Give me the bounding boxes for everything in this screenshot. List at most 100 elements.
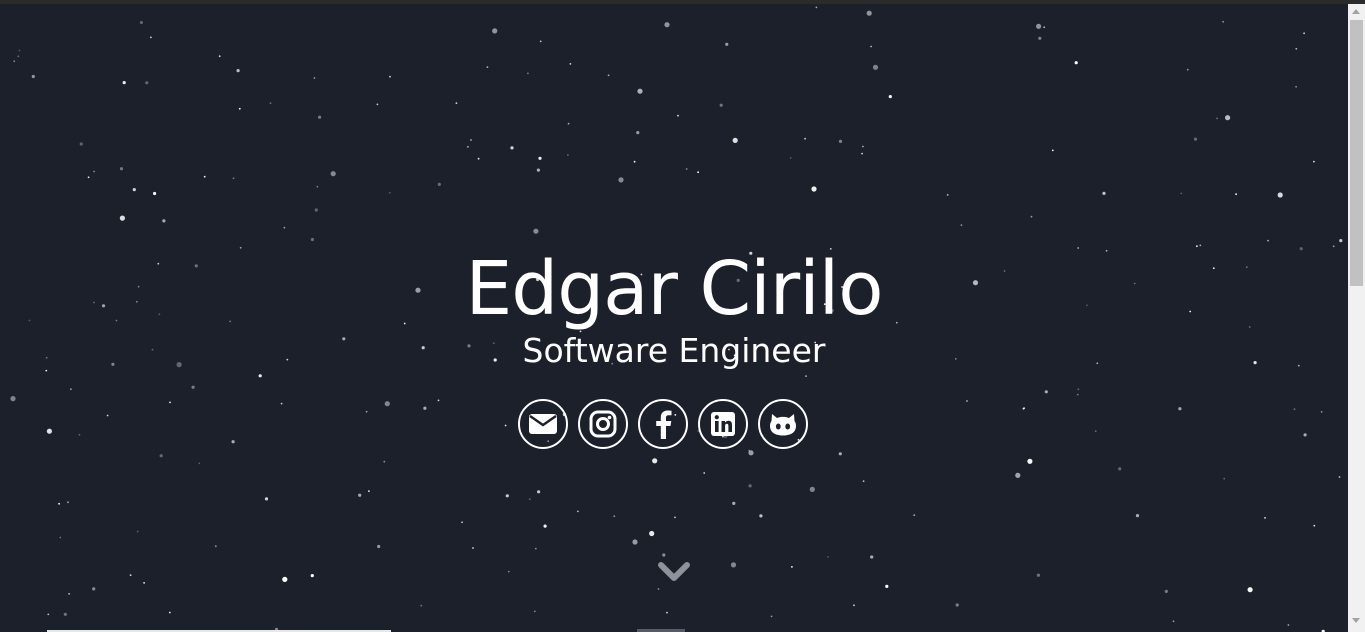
star [637, 88, 643, 94]
star [106, 414, 109, 417]
star [1247, 587, 1253, 593]
star [618, 177, 624, 183]
star [1303, 32, 1305, 35]
scrollbar-thumb[interactable] [1350, 20, 1363, 286]
star [368, 490, 370, 492]
star [1295, 47, 1298, 50]
star [132, 188, 136, 192]
star [423, 406, 427, 410]
star [313, 77, 316, 79]
star [87, 176, 90, 179]
scroll-up-arrow-icon[interactable] [1352, 9, 1360, 14]
scroll-down-button[interactable] [657, 559, 691, 585]
star [1044, 390, 1048, 394]
star [78, 433, 81, 436]
star [13, 60, 16, 63]
star [636, 131, 640, 135]
star [1076, 393, 1079, 396]
star [567, 122, 570, 125]
star [838, 452, 842, 456]
star [811, 186, 817, 192]
star [46, 428, 53, 434]
star [870, 555, 874, 559]
star [470, 139, 472, 141]
star [1178, 407, 1182, 411]
star [533, 228, 539, 234]
star [384, 401, 390, 407]
star [191, 385, 195, 389]
star [282, 576, 288, 583]
star [1287, 624, 1290, 626]
instagram-link[interactable] [578, 399, 628, 449]
social-links [518, 399, 838, 455]
star [505, 494, 509, 498]
star [314, 208, 318, 212]
star [1313, 524, 1316, 527]
star [946, 194, 949, 196]
star [861, 152, 863, 155]
star [358, 493, 362, 497]
star [461, 521, 463, 524]
star [153, 191, 157, 196]
star [697, 171, 699, 174]
star [139, 20, 143, 25]
star [719, 103, 723, 107]
star [168, 611, 171, 614]
star [862, 145, 864, 148]
star [791, 566, 793, 568]
star [1022, 407, 1025, 410]
star [389, 75, 391, 78]
star [17, 55, 20, 58]
star [269, 102, 272, 105]
star [1015, 472, 1021, 478]
star [318, 115, 322, 119]
star [159, 454, 163, 458]
star [543, 524, 547, 528]
star [1027, 458, 1033, 464]
star [1077, 388, 1080, 391]
star [872, 64, 879, 70]
star [885, 584, 889, 589]
star [58, 502, 60, 505]
star [536, 168, 541, 172]
star [1225, 115, 1231, 121]
star [258, 374, 262, 378]
star [79, 142, 83, 146]
star [870, 45, 872, 48]
star [93, 170, 95, 173]
star [607, 74, 610, 77]
star [677, 114, 679, 117]
scroll-down-arrow-icon[interactable] [1352, 618, 1360, 623]
star [1339, 239, 1343, 243]
github-link[interactable] [758, 399, 808, 449]
star [1216, 117, 1218, 120]
star [815, 6, 818, 9]
star [732, 501, 736, 505]
star [122, 81, 126, 85]
instagram-icon [589, 410, 617, 438]
star [703, 472, 706, 474]
star [1118, 467, 1122, 471]
star [862, 480, 865, 483]
star [316, 185, 319, 188]
facebook-link[interactable] [638, 399, 688, 449]
star [59, 536, 62, 539]
star [365, 410, 368, 413]
star [388, 191, 391, 194]
linkedin-icon [711, 412, 735, 436]
email-link[interactable] [518, 399, 568, 449]
star [732, 137, 738, 143]
star [1036, 23, 1042, 29]
star [1038, 36, 1042, 40]
linkedin-link[interactable] [698, 399, 748, 449]
star [664, 22, 670, 28]
star [632, 539, 638, 545]
star [280, 402, 283, 405]
star [1313, 160, 1315, 163]
star [966, 400, 968, 402]
star [613, 515, 616, 518]
star [67, 501, 69, 504]
star [533, 610, 536, 613]
star [1135, 514, 1140, 518]
star [136, 530, 139, 533]
